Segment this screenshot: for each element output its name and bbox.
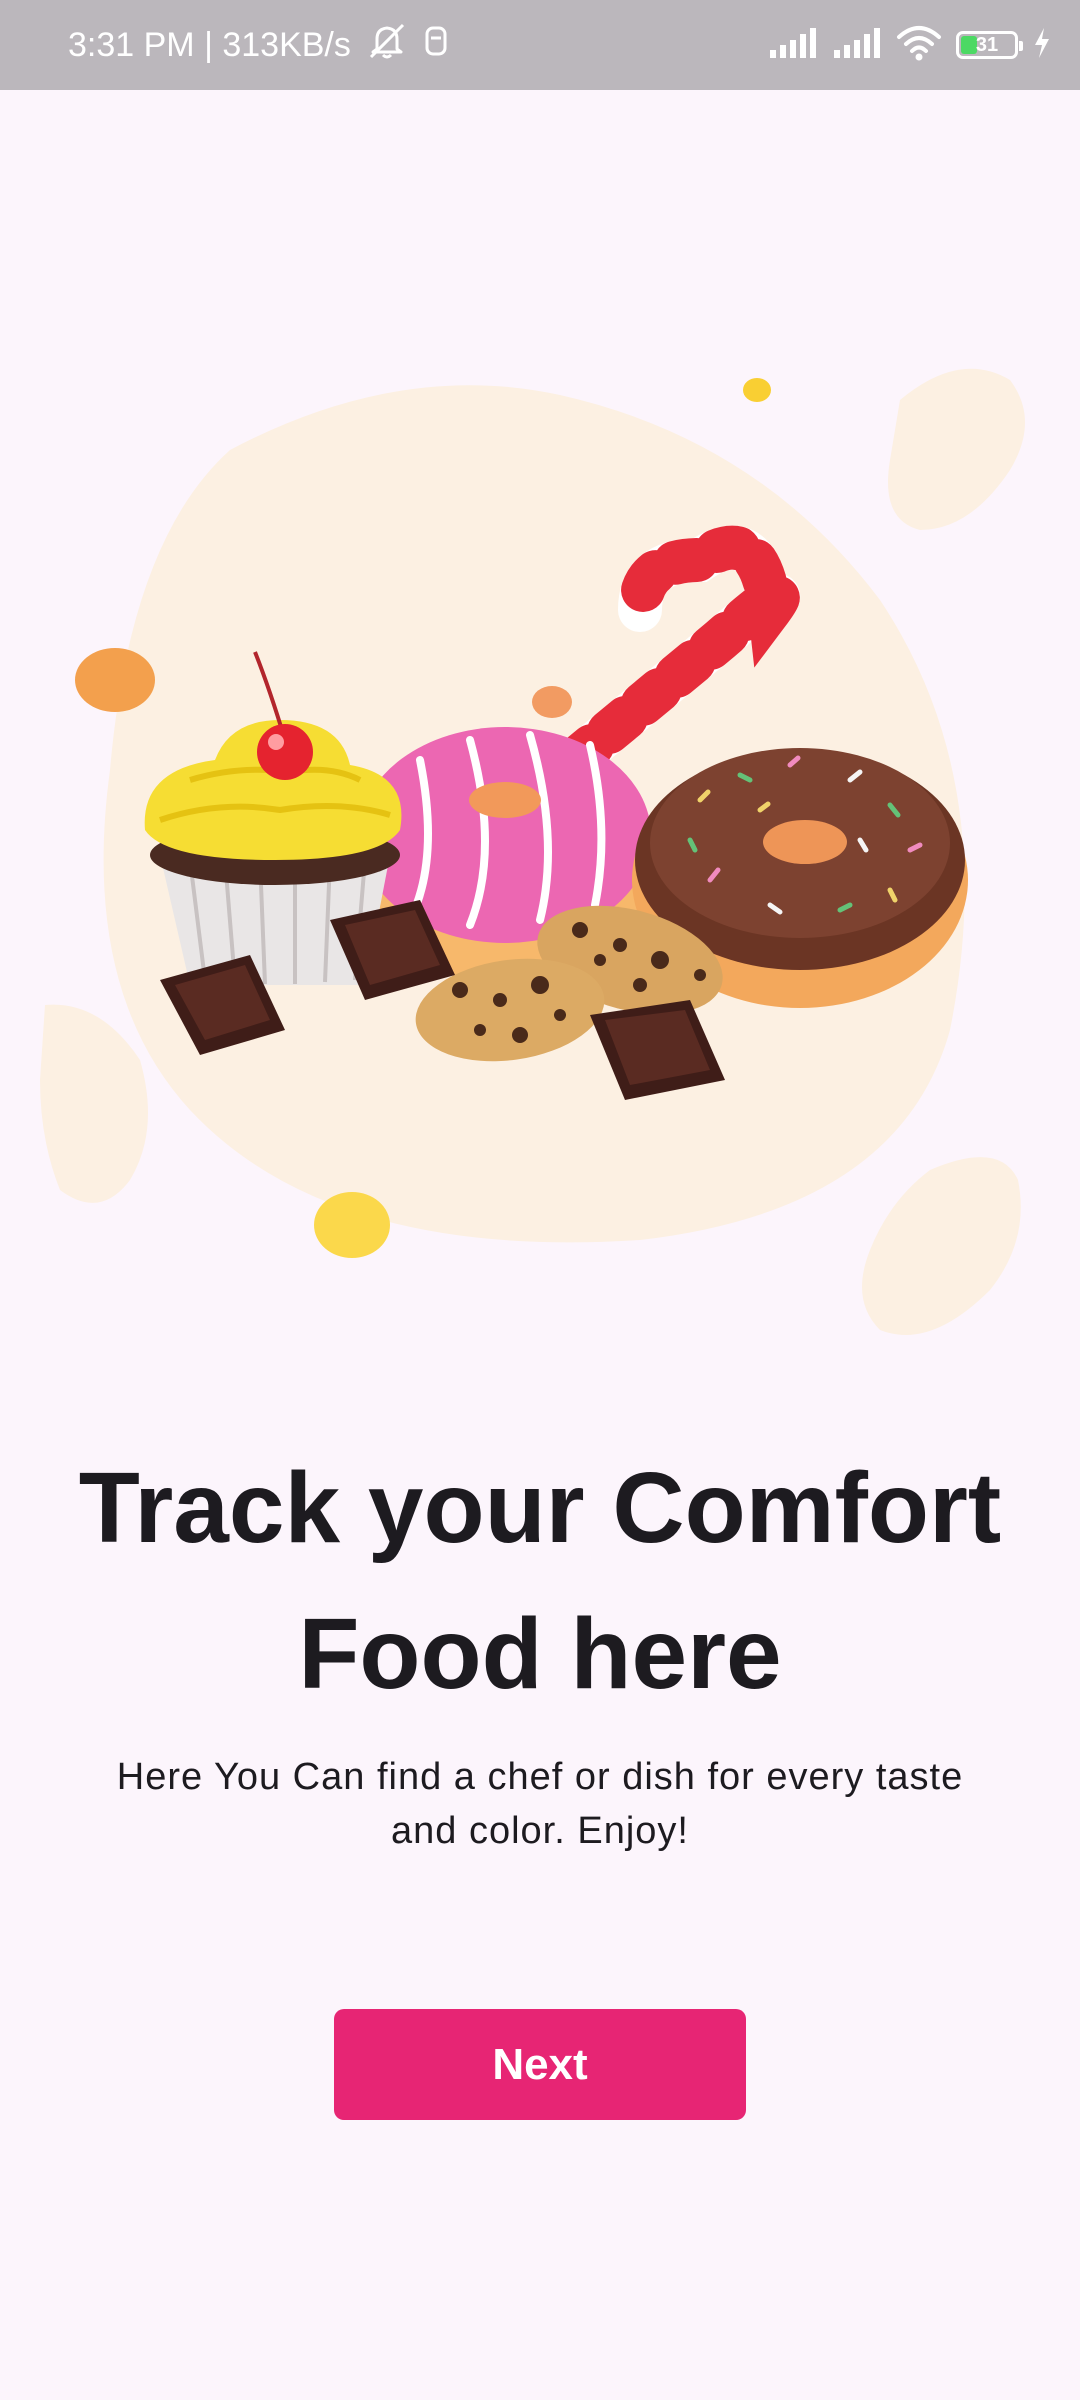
wifi-icon [896, 25, 942, 66]
onboarding-title: Track your Comfort Food here [78, 1452, 1002, 1710]
onboarding-description: Here You Can find a chef or dish for eve… [116, 1756, 964, 1852]
signal-icon [832, 26, 882, 65]
sim-icon [423, 24, 449, 67]
orange-dot [532, 686, 572, 718]
status-bar: 3:31 PM | 313KB/s 31 [0, 0, 1080, 90]
mute-icon [365, 21, 409, 70]
battery-icon: 31 [956, 31, 1023, 59]
background-blob-small [862, 1157, 1021, 1335]
signal-icon [768, 26, 818, 65]
next-button[interactable]: Next [334, 2009, 746, 2120]
background-blob-small [888, 368, 1025, 530]
battery-level: 31 [975, 33, 999, 56]
sweets-illustration [0, 350, 1080, 1350]
yellow-dot [743, 378, 771, 402]
battery-nub [1019, 41, 1023, 51]
yellow-dot [314, 1192, 390, 1258]
background-blob-small [40, 1004, 148, 1203]
status-left: 3:31 PM | 313KB/s [68, 0, 449, 90]
status-right: 31 [768, 0, 1052, 90]
charging-icon [1032, 26, 1052, 65]
orange-dot [75, 648, 155, 712]
status-time: 3:31 PM | 313KB/s [68, 25, 351, 64]
